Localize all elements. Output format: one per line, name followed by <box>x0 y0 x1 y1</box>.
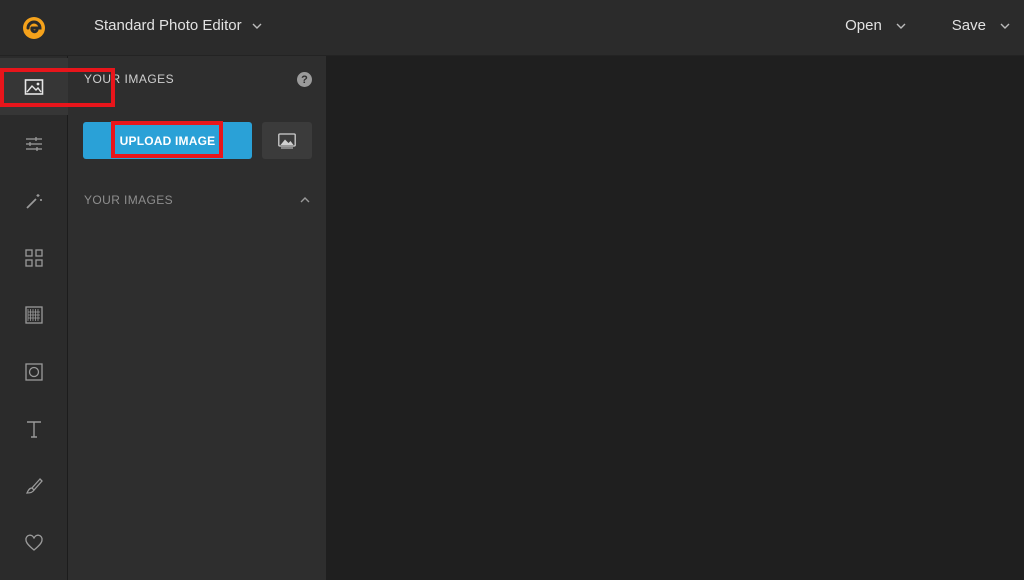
help-icon[interactable]: ? <box>297 72 312 87</box>
upload-image-button[interactable]: UPLOAD IMAGE <box>83 122 252 159</box>
rail-item-collage[interactable] <box>0 229 68 286</box>
frame-icon <box>25 305 43 324</box>
rail-item-images[interactable] <box>0 58 68 115</box>
grid-icon <box>25 248 43 267</box>
app-logo-icon[interactable] <box>22 16 46 40</box>
stock-images-button[interactable] <box>262 122 312 159</box>
editor-mode-dropdown[interactable]: Standard Photo Editor <box>94 17 262 34</box>
open-label: Open <box>845 17 882 34</box>
save-label: Save <box>951 17 986 34</box>
rail-item-effects[interactable] <box>0 172 68 229</box>
heart-icon <box>25 534 43 551</box>
editor-canvas[interactable] <box>326 56 1024 580</box>
rail-item-overlays[interactable] <box>0 343 68 400</box>
your-images-section-toggle[interactable]: YOUR IMAGES <box>84 193 310 207</box>
open-menu[interactable]: Open <box>845 17 906 34</box>
text-icon <box>27 420 41 438</box>
panel-title: YOUR IMAGES <box>84 72 175 86</box>
chevron-down-icon <box>252 23 262 29</box>
chevron-down-icon <box>896 23 906 29</box>
tool-rail <box>0 56 68 580</box>
save-menu[interactable]: Save <box>952 17 1010 34</box>
vignette-icon <box>25 362 43 381</box>
rail-item-draw[interactable] <box>0 457 68 514</box>
upload-image-label: UPLOAD IMAGE <box>119 133 216 148</box>
images-icon <box>278 132 296 148</box>
chevron-down-icon <box>1000 23 1010 29</box>
brush-icon <box>25 477 43 494</box>
magic-wand-icon <box>26 193 42 209</box>
top-bar: Standard Photo Editor Open Save <box>0 0 1024 56</box>
rail-item-adjustments[interactable] <box>0 115 68 172</box>
image-icon <box>24 78 44 95</box>
editor-mode-label: Standard Photo Editor <box>94 17 242 34</box>
rail-item-text[interactable] <box>0 400 68 457</box>
images-panel: YOUR IMAGES ? UPLOAD IMAGE YOUR IMAGES <box>68 56 326 580</box>
rail-item-frames[interactable] <box>0 286 68 343</box>
chevron-up-icon <box>300 197 310 203</box>
section-title: YOUR IMAGES <box>84 193 174 207</box>
rail-item-favorites[interactable] <box>0 514 68 571</box>
sliders-icon <box>26 136 42 151</box>
